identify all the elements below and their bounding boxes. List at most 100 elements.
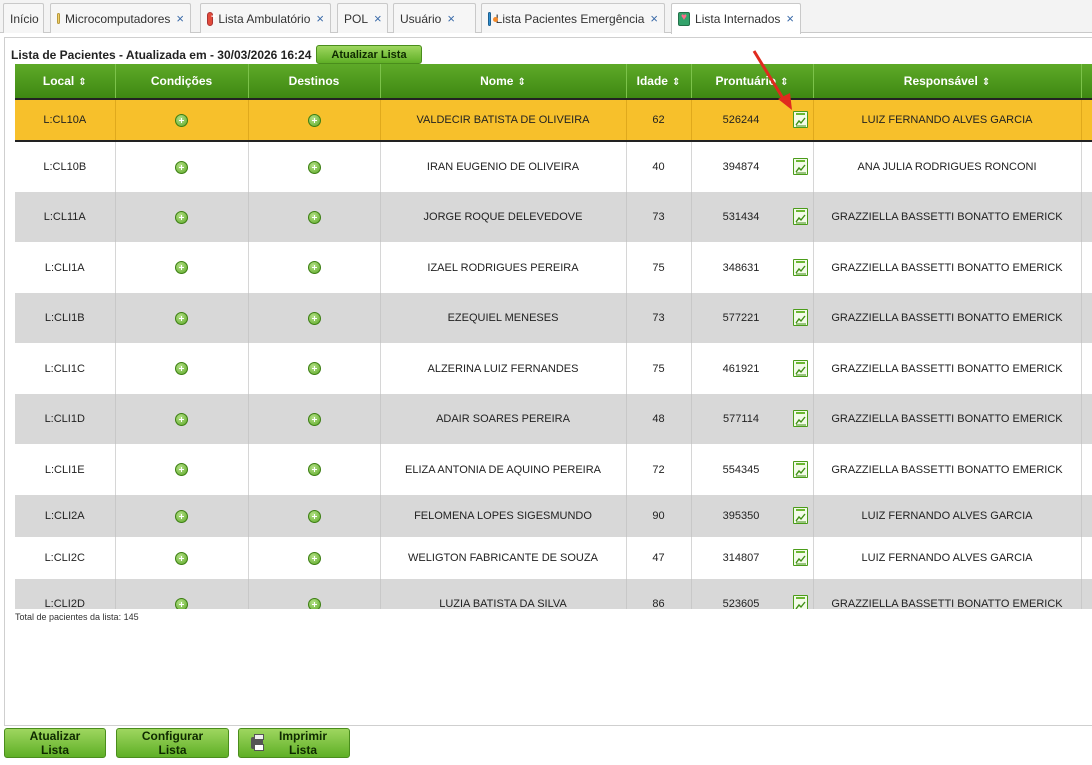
refresh-list-button-top[interactable]: Atualizar Lista xyxy=(316,45,422,64)
add-conditions-icon[interactable] xyxy=(175,463,188,476)
table-row[interactable]: L:CLI1D ADAIR SOARES PEREIRA 48 577114 GRAZZ… xyxy=(15,394,1092,444)
column-header-label: Destinos xyxy=(288,74,340,88)
cell-extra xyxy=(1081,495,1092,537)
print-list-button[interactable]: Imprimir Lista xyxy=(238,728,350,758)
add-conditions-icon[interactable] xyxy=(175,412,188,426)
column-header-local[interactable]: Local ⇕ xyxy=(15,64,116,99)
tab-lista-internados[interactable]: Lista Internados × xyxy=(671,3,801,34)
medical-record-chart-icon[interactable] xyxy=(792,507,808,524)
table-row[interactable]: L:CL10A VALDECIR BATISTA DE OLIVEIRA 62 526… xyxy=(15,98,1092,142)
add-destinations-icon[interactable] xyxy=(307,551,321,565)
emergencia-icon xyxy=(488,11,497,26)
table-row[interactable]: L:CLI1E ELIZA ANTONIA DE AQUINO PEREIRA 72… xyxy=(15,444,1092,495)
print-list-label: Imprimir Lista xyxy=(278,729,327,757)
cell-responsavel: GRAZZIELLA BASSETTI BONATTO EMERICK xyxy=(813,192,1082,242)
cell-nome: IRAN EUGENIO DE OLIVEIRA xyxy=(380,141,627,192)
cell-conditions xyxy=(115,141,249,192)
tab-usu-rio[interactable]: Usuário × xyxy=(393,3,476,33)
medical-record-chart-icon[interactable] xyxy=(792,309,808,326)
add-destinations-icon[interactable] xyxy=(307,509,321,523)
table-row[interactable]: L:CLI2C WELIGTON FABRICANTE DE SOUZA 47 314… xyxy=(15,537,1092,579)
cell-idade: 90 xyxy=(626,495,692,537)
column-header-nome[interactable]: Nome ⇕ xyxy=(380,64,627,99)
cell-nome: WELIGTON FABRICANTE DE SOUZA xyxy=(380,537,627,579)
add-destinations-icon[interactable] xyxy=(307,311,321,325)
configure-list-button[interactable]: Configurar Lista xyxy=(116,728,229,758)
sort-icon[interactable]: ⇕ xyxy=(982,77,990,88)
cell-destinations xyxy=(248,192,381,242)
add-destinations-icon[interactable] xyxy=(307,412,321,426)
add-conditions-icon[interactable] xyxy=(175,160,188,174)
tab-lista-pacientes-emerg-ncia[interactable]: Lista Pacientes Emergência × xyxy=(481,3,665,33)
add-conditions-icon[interactable] xyxy=(175,311,188,325)
table-row[interactable]: L:CLI2D LUZIA BATISTA DA SILVA 86 523605 GRA… xyxy=(15,579,1092,609)
table-row[interactable]: L:CLI1C ALZERINA LUIZ FERNANDES 75 461921 GR… xyxy=(15,343,1092,394)
tab-lista-ambulat-rio[interactable]: Lista Ambulatório × xyxy=(200,3,331,33)
cell-destinations xyxy=(248,141,381,192)
add-conditions-icon[interactable] xyxy=(175,261,188,274)
close-icon[interactable]: × xyxy=(650,12,658,25)
patients-table-container[interactable]: Local ⇕ Condições Destinos Nome ⇕ Idade ⇕ Prontu… xyxy=(15,64,1092,609)
cell-nome: ELIZA ANTONIA DE AQUINO PEREIRA xyxy=(380,444,627,495)
add-destinations-icon[interactable] xyxy=(307,210,321,224)
medical-record-chart-icon[interactable] xyxy=(792,258,808,276)
add-destinations-icon[interactable] xyxy=(307,597,321,609)
cell-idade: 40 xyxy=(626,141,692,192)
add-conditions-icon[interactable] xyxy=(175,210,188,224)
cell-local: L:CLI2A xyxy=(15,495,116,537)
total-patients-text: Total de pacientes da lista: 145 xyxy=(15,612,139,622)
medical-record-chart-icon[interactable] xyxy=(792,359,808,377)
close-icon[interactable]: × xyxy=(374,12,382,25)
add-conditions-icon[interactable] xyxy=(175,113,188,127)
close-icon[interactable]: × xyxy=(316,12,324,25)
add-destinations-icon[interactable] xyxy=(307,113,321,127)
cell-prontuario: 554345 xyxy=(691,444,814,495)
table-row[interactable]: L:CLI2A FELOMENA LOPES SIGESMUNDO 90 395350… xyxy=(15,495,1092,537)
cell-idade: 47 xyxy=(626,537,692,579)
add-destinations-icon[interactable] xyxy=(307,463,321,476)
add-destinations-icon[interactable] xyxy=(307,362,321,375)
add-conditions-icon[interactable] xyxy=(175,597,188,609)
add-conditions-icon[interactable] xyxy=(175,362,188,375)
medical-record-chart-icon[interactable] xyxy=(792,158,808,175)
table-row[interactable]: L:CLI1B EZEQUIEL MENESES 73 577221 GRAZZIELL… xyxy=(15,293,1092,343)
medical-record-chart-icon[interactable] xyxy=(792,111,808,128)
add-destinations-icon[interactable] xyxy=(307,160,321,174)
add-conditions-icon[interactable] xyxy=(175,551,188,565)
column-header-responsavel[interactable]: Responsável ⇕ xyxy=(813,64,1082,99)
cell-local: L:CLI1A xyxy=(15,242,116,293)
refresh-list-button[interactable]: Atualizar Lista xyxy=(4,728,106,758)
sort-icon[interactable]: ⇕ xyxy=(517,77,525,88)
table-row[interactable]: L:CL11A JORGE ROQUE DELEVEDOVE 73 531434 GRA… xyxy=(15,192,1092,242)
close-icon[interactable]: × xyxy=(786,12,794,25)
cell-local: L:CLI1E xyxy=(15,444,116,495)
table-row[interactable]: L:CLI1A IZAEL RODRIGUES PEREIRA 75 348631 GR… xyxy=(15,242,1092,293)
column-header-idade[interactable]: Idade ⇕ xyxy=(626,64,692,99)
add-conditions-icon[interactable] xyxy=(175,509,188,523)
cell-local: L:CLI2D xyxy=(15,579,116,609)
medical-record-chart-icon[interactable] xyxy=(792,208,808,225)
add-destinations-icon[interactable] xyxy=(307,261,321,274)
cell-prontuario: 577114 xyxy=(691,394,814,444)
annotation-arrow xyxy=(752,50,792,110)
tab-microcomputadores[interactable]: Microcomputadores × xyxy=(50,3,191,33)
cell-destinations xyxy=(248,394,381,444)
medical-record-chart-icon[interactable] xyxy=(792,549,808,566)
cell-conditions xyxy=(115,242,249,293)
close-icon[interactable]: × xyxy=(176,12,184,25)
column-header-label: Condições xyxy=(150,74,213,88)
table-row[interactable]: L:CL10B IRAN EUGENIO DE OLIVEIRA 40 394874 A… xyxy=(15,141,1092,192)
medical-record-chart-icon[interactable] xyxy=(792,460,808,478)
cell-prontuario: 523605 xyxy=(691,579,814,609)
sort-icon[interactable]: ⇕ xyxy=(672,77,680,88)
cell-responsavel: GRAZZIELLA BASSETTI BONATTO EMERICK xyxy=(813,579,1082,609)
tab-in-cio[interactable]: Início xyxy=(3,3,44,33)
sort-icon[interactable]: ⇕ xyxy=(78,77,86,88)
medical-record-chart-icon[interactable] xyxy=(792,410,808,427)
cell-destinations xyxy=(248,293,381,343)
medical-record-chart-icon[interactable] xyxy=(792,595,808,609)
tab-pol[interactable]: POL × xyxy=(337,3,388,33)
close-icon[interactable]: × xyxy=(447,12,455,25)
column-header-label: Responsável xyxy=(903,74,978,88)
cell-destinations xyxy=(248,444,381,495)
